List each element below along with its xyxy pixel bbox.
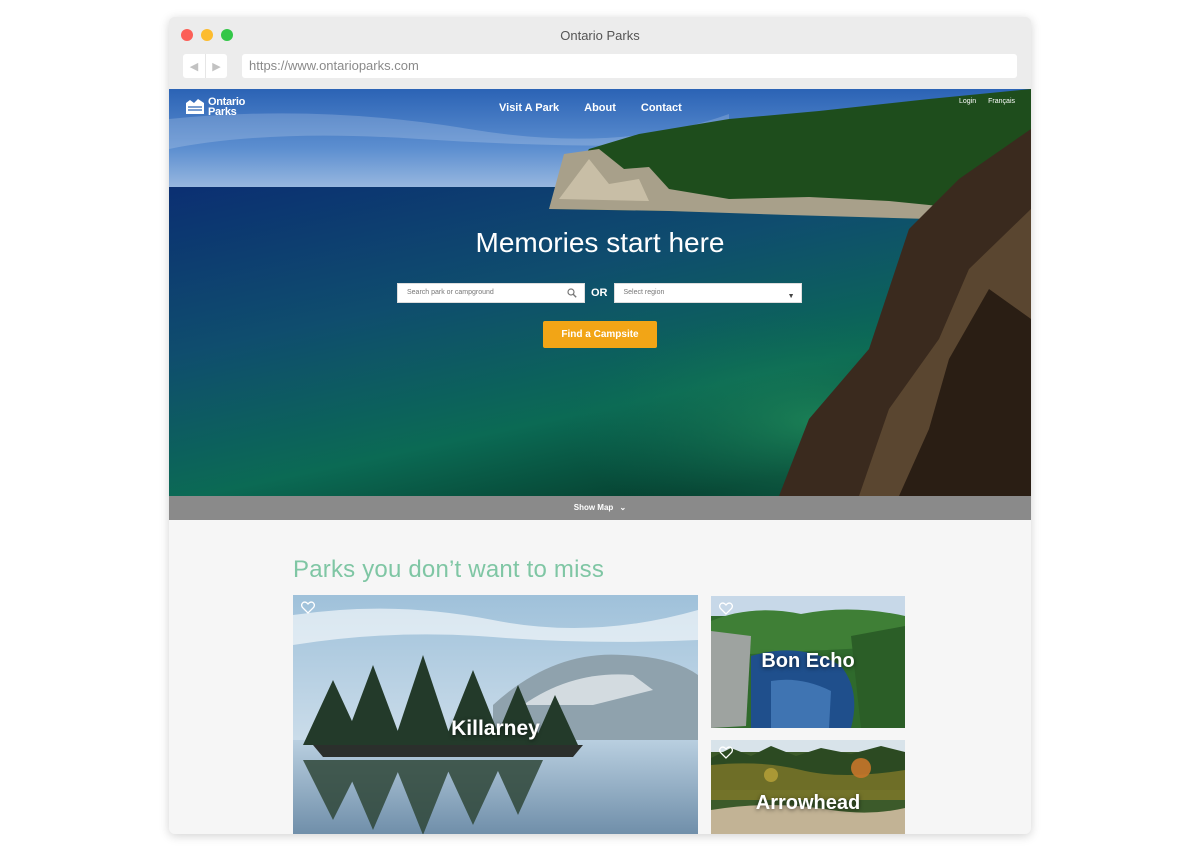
park-search-input[interactable]: Search park or campground (397, 283, 585, 303)
main-navigation: Visit A Park About Contact (499, 102, 682, 114)
login-link[interactable]: Login (959, 98, 976, 105)
forward-button[interactable]: ▶ (205, 54, 227, 78)
ontario-parks-logo[interactable]: Ontario Parks (185, 97, 245, 118)
browser-titlebar: Ontario Parks ◀ ▶ https://www.ontariopar… (169, 17, 1031, 89)
region-placeholder: Select region (623, 289, 665, 296)
dropdown-caret-icon: ▼ (787, 293, 795, 300)
utility-navigation: Login Français (959, 98, 1015, 105)
park-name-bon-echo: Bon Echo (761, 650, 855, 672)
search-icon[interactable] (567, 288, 577, 298)
favorite-heart-icon[interactable] (301, 601, 315, 614)
featured-parks-title: Parks you don’t want to miss (293, 556, 605, 583)
park-search-form: Search park or campground OR Select regi… (397, 283, 802, 303)
or-separator: OR (591, 287, 608, 299)
hero-banner: Ontario Parks Visit A Park About Contact… (169, 89, 1031, 496)
park-card-killarney[interactable]: Killarney (293, 595, 698, 834)
nav-visit-a-park[interactable]: Visit A Park (499, 102, 559, 114)
web-page: Ontario Parks Visit A Park About Contact… (169, 89, 1031, 834)
arrowhead-photo (711, 740, 905, 834)
park-name-arrowhead: Arrowhead (755, 792, 861, 814)
show-map-label: Show Map (573, 503, 614, 512)
search-placeholder: Search park or campground (407, 289, 494, 296)
address-bar[interactable]: https://www.ontarioparks.com (242, 54, 1017, 78)
logo-wordmark: Ontario Parks (208, 97, 245, 118)
window-title: Ontario Parks (560, 28, 640, 43)
browser-window: Ontario Parks ◀ ▶ https://www.ontariopar… (169, 17, 1031, 834)
favorite-heart-icon[interactable] (719, 746, 733, 759)
park-card-arrowhead[interactable]: Arrowhead (711, 740, 905, 834)
favorite-heart-icon[interactable] (719, 602, 733, 615)
language-toggle-link[interactable]: Français (988, 98, 1015, 105)
history-buttons: ◀ ▶ (183, 54, 227, 78)
park-card-bon-echo[interactable]: Bon Echo (711, 596, 905, 728)
killarney-photo (293, 595, 698, 834)
crown-logo-icon (186, 99, 204, 114)
park-name-killarney: Killarney (451, 717, 540, 740)
nav-about[interactable]: About (584, 102, 616, 114)
find-campsite-button[interactable]: Find a Campsite (543, 321, 657, 348)
hero-headline: Memories start here (475, 227, 725, 258)
region-select[interactable]: Select region ▼ (613, 283, 802, 303)
back-button[interactable]: ◀ (183, 54, 205, 78)
chevron-down-icon: ⌄ (619, 503, 627, 512)
nav-contact[interactable]: Contact (641, 102, 682, 114)
forward-arrow-icon: ▶ (212, 60, 221, 73)
back-arrow-icon: ◀ (189, 60, 199, 73)
logo-line-2: Parks (208, 106, 237, 118)
show-map-toggle[interactable]: Show Map ⌄ (169, 496, 1031, 520)
